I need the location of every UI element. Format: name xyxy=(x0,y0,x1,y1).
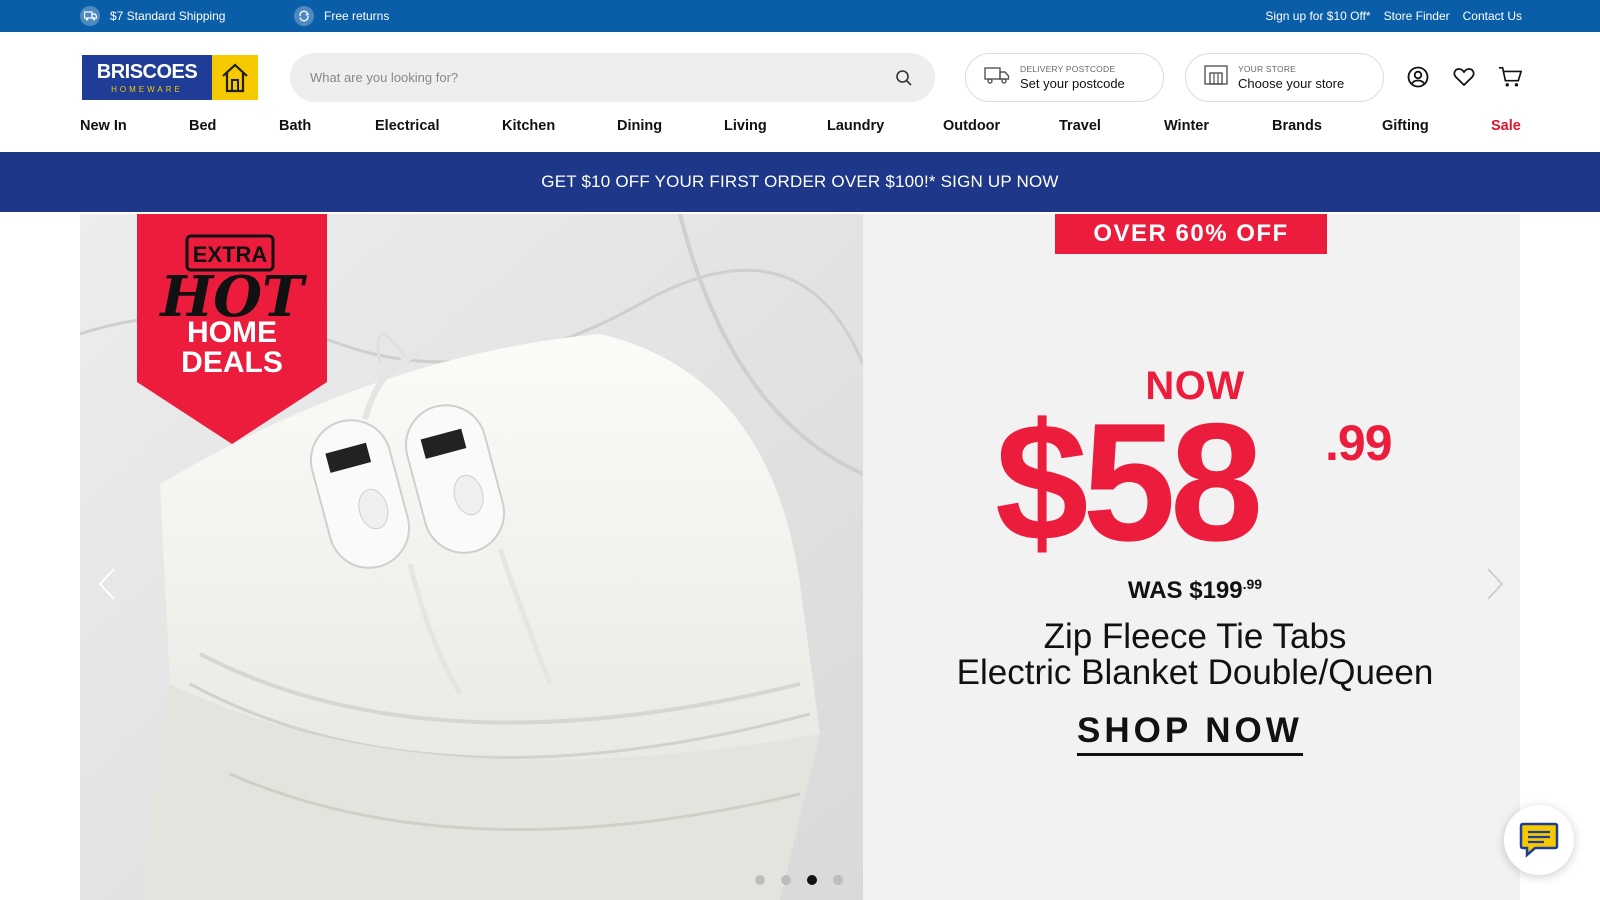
chevron-left-icon xyxy=(98,568,115,600)
logo-wordmark: BRISCOES HOMEWARE xyxy=(82,55,212,100)
nav-outdoor[interactable]: Outdoor xyxy=(943,118,1000,134)
store-building-icon xyxy=(1204,65,1228,90)
chat-bubble-icon xyxy=(1519,822,1559,858)
house-logo-icon xyxy=(212,55,258,100)
nav-bath[interactable]: Bath xyxy=(279,118,311,134)
nav-kitchen[interactable]: Kitchen xyxy=(502,118,555,134)
price-cents: .99 xyxy=(1325,415,1393,471)
price-dollars: $58 xyxy=(995,388,1263,576)
store-text: YOUR STORE Choose your store xyxy=(1238,64,1344,91)
badge-home-text: HOME xyxy=(187,316,277,349)
nav-gifting[interactable]: Gifting xyxy=(1382,118,1429,134)
carousel-dot-2[interactable] xyxy=(781,875,791,885)
returns-cycle-icon xyxy=(294,6,314,26)
discount-badge: OVER 60% OFF xyxy=(1055,214,1327,254)
wishlist-heart-icon[interactable] xyxy=(1452,65,1476,89)
signup-offer-link[interactable]: Sign up for $10 Off* xyxy=(1265,9,1370,23)
delivery-postcode-selector[interactable]: DELIVERY POSTCODE Set your postcode xyxy=(965,53,1164,102)
carousel-dot-4[interactable] xyxy=(833,875,843,885)
nav-brands[interactable]: Brands xyxy=(1272,118,1322,134)
badge-deals-text: DEALS xyxy=(181,346,283,379)
shop-now-button[interactable]: SHOP NOW xyxy=(1077,711,1303,756)
delivery-truck-icon xyxy=(80,6,100,26)
search-input[interactable] xyxy=(310,70,893,85)
logo-sub-text: HOMEWARE xyxy=(111,85,183,94)
store-finder-link[interactable]: Store Finder xyxy=(1384,9,1450,23)
nav-winter[interactable]: Winter xyxy=(1164,118,1209,134)
returns-text: Free returns xyxy=(324,9,390,23)
nav-dining[interactable]: Dining xyxy=(617,118,662,134)
electric-blanket-product-image[interactable]: EXTRA HOT HOME DEALS xyxy=(80,214,863,900)
nav-new-in[interactable]: New In xyxy=(80,118,127,134)
product-name: Zip Fleece Tie Tabs Electric Blanket Dou… xyxy=(905,619,1485,691)
cart-icon[interactable] xyxy=(1498,65,1522,89)
promo-text: GET $10 OFF YOUR FIRST ORDER OVER $100!*… xyxy=(541,172,1059,191)
shipping-text: $7 Standard Shipping xyxy=(110,9,226,23)
briscoes-logo[interactable]: BRISCOES HOMEWARE xyxy=(82,55,258,100)
delivery-value: Set your postcode xyxy=(1020,76,1125,91)
utility-bar: $7 Standard Shipping Free returns Sign u… xyxy=(0,0,1600,32)
product-name-line2: Electric Blanket Double/Queen xyxy=(956,653,1434,692)
header-actions xyxy=(1406,65,1522,89)
search-bar xyxy=(290,53,935,102)
nav-bed[interactable]: Bed xyxy=(189,118,216,134)
main-nav: New In Bed Bath Electrical Kitchen Dinin… xyxy=(0,114,1600,152)
contact-us-link[interactable]: Contact Us xyxy=(1463,9,1522,23)
carousel-dot-1[interactable] xyxy=(755,875,765,885)
account-icon[interactable] xyxy=(1406,65,1430,89)
chevron-right-icon xyxy=(1487,568,1504,600)
carousel-prev-arrow[interactable] xyxy=(92,564,122,604)
logo-main-text: BRISCOES xyxy=(96,61,198,83)
nav-living[interactable]: Living xyxy=(724,118,767,134)
store-value: Choose your store xyxy=(1238,76,1345,91)
nav-sale[interactable]: Sale xyxy=(1491,118,1521,134)
utility-links: Sign up for $10 Off* Store Finder Contac… xyxy=(1265,9,1522,23)
store-caption: YOUR STORE xyxy=(1238,64,1297,74)
signup-promo-banner[interactable]: GET $10 OFF YOUR FIRST ORDER OVER $100!*… xyxy=(0,152,1600,212)
nav-electrical[interactable]: Electrical xyxy=(375,118,440,134)
search-icon[interactable] xyxy=(893,67,915,89)
was-price-label: WAS $199 xyxy=(1127,577,1243,604)
nav-travel[interactable]: Travel xyxy=(1059,118,1101,134)
extra-hot-home-deals-badge: EXTRA HOT HOME DEALS xyxy=(137,214,327,444)
delivery-caption: DELIVERY POSTCODE xyxy=(1020,64,1116,74)
returns-perk: Free returns xyxy=(294,6,389,26)
product-name-line1: Zip Fleece Tie Tabs xyxy=(1043,617,1347,656)
carousel-dot-3[interactable] xyxy=(807,875,817,885)
delivery-truck-icon xyxy=(984,66,1010,89)
carousel-dots xyxy=(755,875,843,885)
store-selector[interactable]: YOUR STORE Choose your store xyxy=(1185,53,1384,102)
nav-laundry[interactable]: Laundry xyxy=(827,118,884,134)
was-price: WAS $199.99 xyxy=(1045,576,1345,605)
was-price-cents: .99 xyxy=(1242,576,1263,592)
site-header: BRISCOES HOMEWARE DELIVERY POSTCODE Set … xyxy=(0,32,1600,120)
sale-price: $58 .99 xyxy=(995,398,1455,578)
carousel-next-arrow[interactable] xyxy=(1480,564,1510,604)
delivery-text: DELIVERY POSTCODE Set your postcode xyxy=(1020,64,1125,91)
chat-widget-button[interactable] xyxy=(1504,805,1574,875)
shipping-perk: $7 Standard Shipping xyxy=(80,6,225,26)
